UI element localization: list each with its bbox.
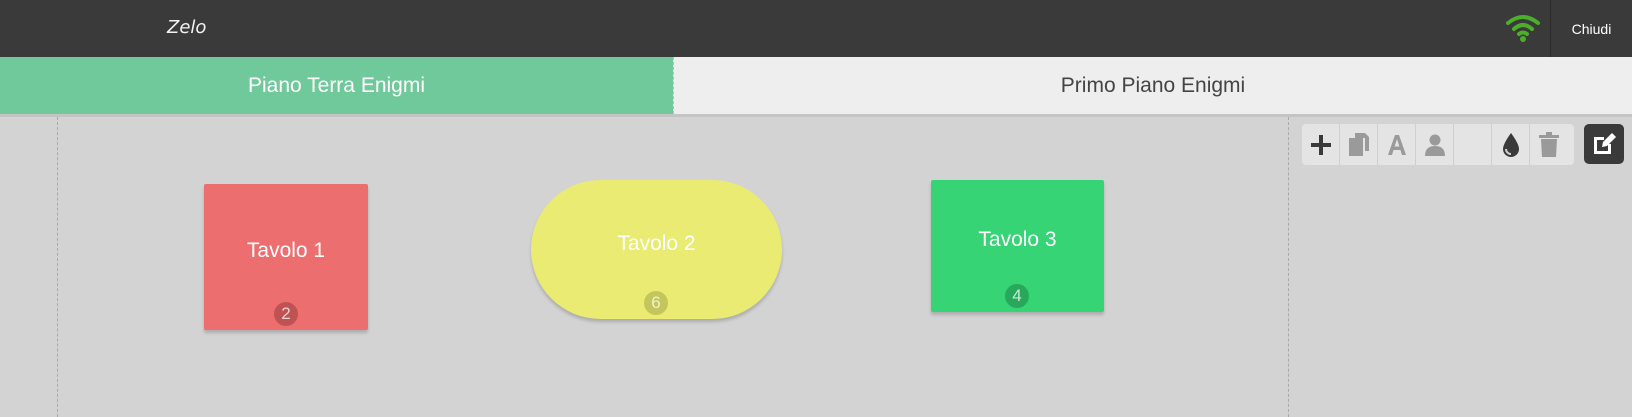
copy-button[interactable] [1340, 124, 1378, 165]
close-button-label: Chiudi [1571, 20, 1612, 37]
tab-label: Primo Piano Enigmi [1060, 73, 1246, 97]
table-name: Tavolo 3 [978, 228, 1057, 251]
table-name: Tavolo 1 [246, 239, 326, 262]
seat-count-badge: 4 [1005, 284, 1029, 308]
table-2[interactable]: Tavolo 2 6 [531, 180, 782, 319]
seats-button[interactable] [1416, 124, 1454, 165]
edit-mode-button[interactable] [1584, 124, 1624, 164]
editor-toolbar [1302, 124, 1574, 165]
table-name: Tavolo 2 [617, 232, 696, 255]
wifi-icon [1506, 15, 1540, 42]
seat-count-badge: 6 [644, 291, 668, 315]
tab-label: Piano Terra Enigmi [247, 73, 426, 97]
app-title: Zelo [167, 17, 207, 38]
plus-icon [1310, 134, 1331, 155]
tab-primo-piano[interactable]: Primo Piano Enigmi [673, 57, 1632, 114]
edit-icon [1594, 133, 1616, 154]
top-bar: Zelo Chiudi [0, 0, 1632, 57]
color-button[interactable] [1492, 124, 1530, 165]
color-drop-icon [1502, 132, 1519, 157]
text-icon [1387, 134, 1406, 155]
blank-tool[interactable] [1454, 124, 1492, 165]
add-table-button[interactable] [1302, 124, 1340, 165]
copy-icon [1348, 132, 1369, 156]
tab-piano-terra[interactable]: Piano Terra Enigmi [0, 57, 673, 114]
floor-guide-left [57, 117, 58, 417]
table-1[interactable]: Tavolo 1 2 [204, 184, 368, 330]
trash-icon [1539, 131, 1559, 157]
table-3[interactable]: Tavolo 3 4 [931, 180, 1104, 312]
user-icon [1424, 134, 1445, 156]
floor-guide-right [1288, 117, 1289, 417]
delete-button[interactable] [1530, 124, 1568, 165]
floor-tabs: Piano Terra Enigmi Primo Piano Enigmi [0, 57, 1632, 114]
seat-count-badge: 2 [274, 302, 298, 326]
rename-button[interactable] [1378, 124, 1416, 165]
close-button[interactable]: Chiudi [1551, 0, 1632, 57]
